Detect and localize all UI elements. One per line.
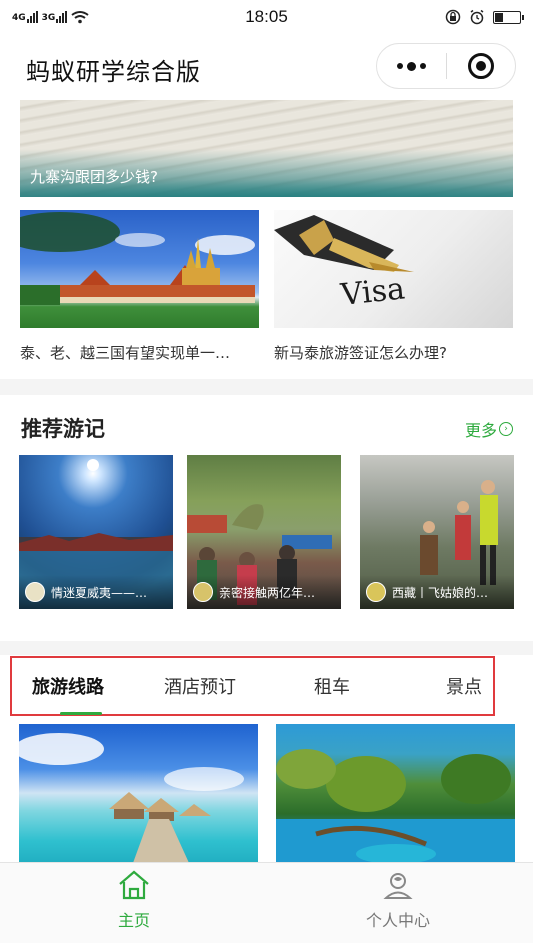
signal-group: 4G 3G [12, 10, 89, 24]
signal-bars-icon [26, 11, 38, 23]
hero-article[interactable]: 九寨沟跟团多少钱? [20, 100, 513, 197]
close-miniprogram-button[interactable] [447, 44, 516, 88]
article-caption: 泰、老、越三国有望实现单一… [20, 344, 231, 362]
svg-text:Visa: Visa [338, 271, 406, 313]
active-tab-indicator [60, 712, 102, 715]
tabbar-item-profile[interactable]: 个人中心 [328, 869, 468, 939]
wifi-icon [71, 11, 89, 24]
note-title: 情迷夏威夷——… [51, 585, 148, 600]
more-label: 更多 [464, 421, 497, 440]
tabbar-item-home[interactable]: 主页 [64, 869, 204, 939]
more-dots-icon [396, 61, 426, 71]
signal-3g: 3G [42, 11, 68, 23]
note-caption: 西藏丨飞姑娘的… [360, 575, 514, 609]
battery-icon [493, 10, 524, 24]
tab-attractions[interactable]: 景点 [446, 658, 482, 714]
page-title: 蚂蚁研学综合版 [26, 58, 201, 86]
maldives-image [19, 733, 244, 874]
signal-bars-icon [56, 11, 68, 23]
battery-level [495, 12, 503, 22]
tabbar-label-profile: 个人中心 [365, 911, 430, 930]
avatar [193, 582, 213, 602]
signal-4g-label: 4G [12, 13, 26, 23]
tabbar-label-home: 主页 [117, 911, 150, 930]
menu-capsule [376, 43, 516, 89]
bottom-tab-bar: 主页 个人中心 [0, 862, 533, 943]
travel-note-card[interactable]: 西藏丨飞姑娘的… [360, 455, 514, 609]
user-icon [383, 873, 413, 899]
app-page: 4G 3G 18:05 蚂蚁研学综合版 九寨沟跟团多少钱? 泰、老、越三国有望实… [0, 0, 533, 943]
travel-note-card[interactable]: 情迷夏威夷——… [19, 455, 173, 609]
article-section: 九寨沟跟团多少钱? 泰、老、越三国有望实现单一… Visa 新马泰旅游签证怎么办… [0, 100, 533, 379]
travel-notes-section: 推荐游记 更多 › 情迷夏威夷——… 亲密接触两亿年… 西藏丨飞姑娘的… [0, 395, 533, 641]
signal-4g: 4G [12, 11, 38, 23]
note-title: 西藏丨飞姑娘的… [392, 585, 489, 600]
note-caption: 亲密接触两亿年… [187, 575, 341, 609]
alarm-icon [470, 9, 484, 25]
chevron-right-circle-icon: › [499, 422, 513, 436]
route-card[interactable] [19, 724, 258, 874]
home-icon [119, 870, 149, 900]
travel-note-card[interactable]: 亲密接触两亿年… [187, 455, 341, 609]
tab-travel-routes[interactable]: 旅游线路 [32, 658, 104, 714]
avatar [25, 582, 45, 602]
tab-car-rental[interactable]: 租车 [314, 658, 350, 714]
article-card[interactable]: 泰、老、越三国有望实现单一… [20, 210, 259, 363]
target-circle-icon [467, 53, 494, 79]
section-title: 推荐游记 [21, 417, 105, 441]
more-button[interactable] [377, 44, 446, 88]
visa-pen-image: Visa [274, 210, 513, 328]
more-link[interactable]: 更多 › [465, 417, 513, 441]
signal-3g-label: 3G [41, 13, 56, 23]
article-caption: 新马泰旅游签证怎么办理? [274, 344, 447, 362]
status-bar: 4G 3G 18:05 [0, 0, 533, 34]
status-time: 18:05 [245, 7, 288, 26]
category-tabs: 旅游线路 酒店预订 租车 景点 [10, 656, 495, 716]
pen-illustration: Visa [274, 215, 414, 313]
jiuzhai-lake-image [276, 749, 515, 874]
note-caption: 情迷夏威夷——… [19, 575, 173, 609]
route-card[interactable] [276, 724, 515, 874]
temple-image [20, 210, 259, 328]
nav-bar: 蚂蚁研学综合版 [0, 34, 533, 100]
article-card[interactable]: Visa 新马泰旅游签证怎么办理? [274, 210, 513, 363]
hero-caption: 九寨沟跟团多少钱? [30, 168, 158, 186]
status-right [445, 9, 524, 25]
tab-hotel-booking[interactable]: 酒店预订 [164, 658, 236, 714]
avatar [366, 582, 386, 602]
temple-illustration [20, 212, 255, 305]
rotation-lock-icon [445, 9, 461, 25]
note-title: 亲密接触两亿年… [219, 585, 316, 600]
